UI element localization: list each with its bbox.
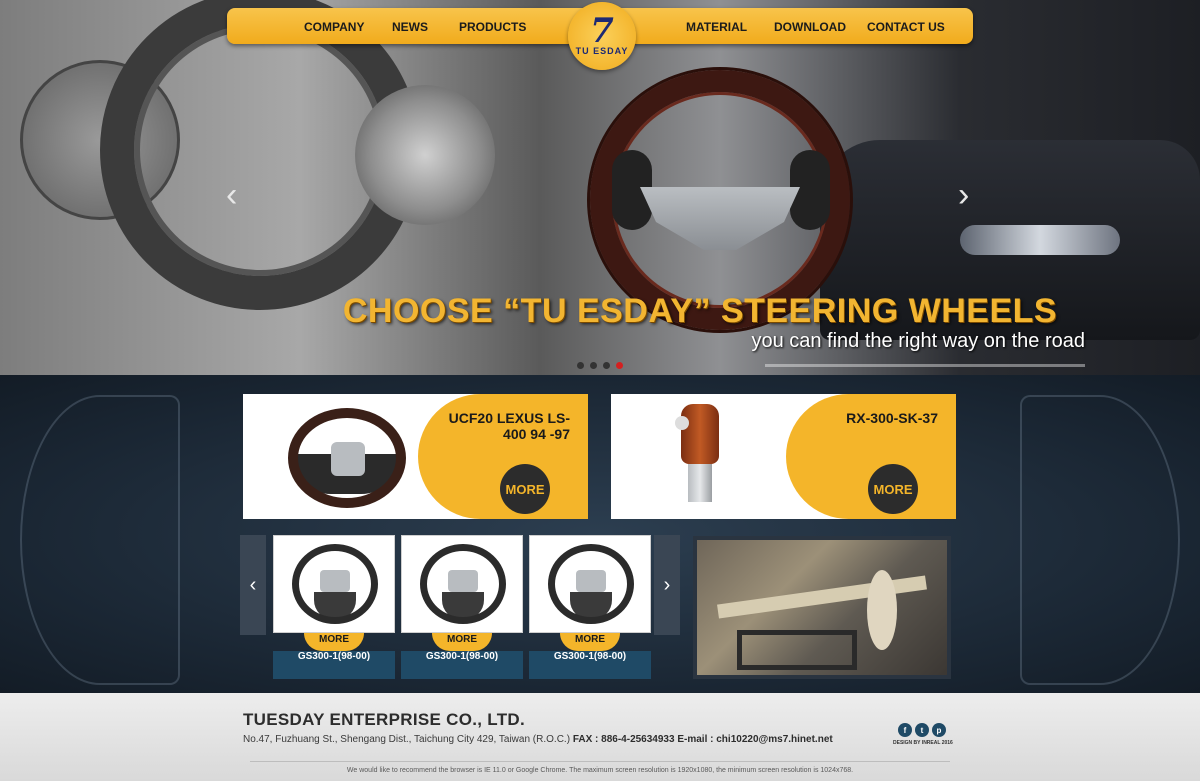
- decorative-blueprint-left: [20, 395, 180, 685]
- product-thumb[interactable]: MORE GS300-1(98-00): [273, 535, 395, 679]
- hero-subtitle: you can find the right way on the road: [751, 330, 1085, 352]
- thumb-more-button[interactable]: MORE: [560, 633, 620, 651]
- slide-dot-1[interactable]: [577, 362, 584, 369]
- address-text: No.47, Fuzhuang St., Shengang Dist., Tai…: [243, 734, 571, 745]
- social-links: f t p: [898, 723, 946, 737]
- product-thumb[interactable]: MORE GS300-1(98-00): [529, 535, 651, 679]
- email-address[interactable]: chi10220@ms7.hinet.net: [716, 734, 832, 745]
- product-name: RX-300-SK-37: [846, 410, 938, 426]
- nav-contact-us[interactable]: CONTACT US: [867, 20, 945, 34]
- slide-dot-2[interactable]: [590, 362, 597, 369]
- thumb-product-name: GS300-1(98-00): [529, 651, 651, 679]
- product-image-knob-button: [675, 416, 689, 430]
- thumb-wheel-hub: [320, 570, 350, 592]
- carousel-next-button[interactable]: ›: [654, 535, 680, 635]
- thumb-image[interactable]: [529, 535, 651, 633]
- thumb-image[interactable]: [273, 535, 395, 633]
- nav-news[interactable]: NEWS: [392, 20, 428, 34]
- product-image-shifter-base: [688, 462, 712, 502]
- car-headlight: [960, 225, 1120, 255]
- fax-number: 886-4-25634933: [601, 734, 675, 745]
- background-wheel-hub: [355, 85, 495, 225]
- photo-wheel: [867, 570, 897, 650]
- featured-product-card[interactable]: UCF20 LEXUS LS-400 94 -97 MORE: [243, 394, 588, 519]
- browser-note: We would like to recommend the browser i…: [346, 767, 854, 774]
- hero-title: CHOOSE “TU ESDAY” STEERING WHEELS: [342, 292, 1058, 330]
- slide-indicators: [577, 362, 623, 369]
- twitter-icon[interactable]: t: [915, 723, 929, 737]
- product-image-hub: [331, 442, 365, 476]
- nav-company[interactable]: COMPANY: [304, 20, 364, 34]
- hero-prev-arrow-icon[interactable]: ‹: [226, 178, 237, 212]
- slide-dot-4[interactable]: [616, 362, 623, 369]
- thumb-product-name: GS300-1(98-00): [273, 651, 395, 679]
- thumb-more-button[interactable]: MORE: [432, 633, 492, 651]
- thumb-wheel-hub: [576, 570, 606, 592]
- nav-download[interactable]: DOWNLOAD: [774, 20, 846, 34]
- contact-line: No.47, Fuzhuang St., Shengang Dist., Tai…: [243, 734, 833, 745]
- thumb-image[interactable]: [401, 535, 523, 633]
- photo-frame: [737, 630, 857, 670]
- carousel-prev-button[interactable]: ‹: [240, 535, 266, 635]
- nav-material[interactable]: MATERIAL: [686, 20, 747, 34]
- product-thumb[interactable]: MORE GS300-1(98-00): [401, 535, 523, 679]
- fax-label: FAX :: [572, 734, 599, 745]
- more-button[interactable]: MORE: [500, 464, 550, 514]
- workshop-photo[interactable]: [693, 536, 951, 679]
- thumb-more-button[interactable]: MORE: [304, 633, 364, 651]
- footer-divider: [250, 761, 950, 762]
- featured-product-card[interactable]: RX-300-SK-37 MORE: [611, 394, 956, 519]
- site-footer: TUESDAY ENTERPRISE CO., LTD. No.47, Fuzh…: [0, 693, 1200, 781]
- company-name: TUESDAY ENTERPRISE CO., LTD.: [243, 710, 526, 729]
- product-image-shift-knob: [681, 404, 719, 464]
- site-logo[interactable]: 7 TU ESDAY: [568, 2, 636, 70]
- products-section: UCF20 LEXUS LS-400 94 -97 MORE RX-300-SK…: [0, 375, 1200, 693]
- slide-dot-3[interactable]: [603, 362, 610, 369]
- logo-text: TU ESDAY: [575, 46, 629, 56]
- thumb-product-name: GS300-1(98-00): [401, 651, 523, 679]
- hero-underline: [765, 364, 1085, 367]
- more-button[interactable]: MORE: [868, 464, 918, 514]
- facebook-icon[interactable]: f: [898, 723, 912, 737]
- design-credit: DESIGN BY INREAL 2016: [893, 740, 953, 746]
- decorative-blueprint-right: [1020, 395, 1180, 685]
- thumb-wheel-hub: [448, 570, 478, 592]
- nav-products[interactable]: PRODUCTS: [459, 20, 526, 34]
- logo-mark: 7: [590, 11, 614, 51]
- pinterest-icon[interactable]: p: [932, 723, 946, 737]
- email-label: E-mail :: [677, 734, 714, 745]
- product-name: UCF20 LEXUS LS-400 94 -97: [448, 410, 570, 442]
- hero-next-arrow-icon[interactable]: ›: [958, 178, 969, 212]
